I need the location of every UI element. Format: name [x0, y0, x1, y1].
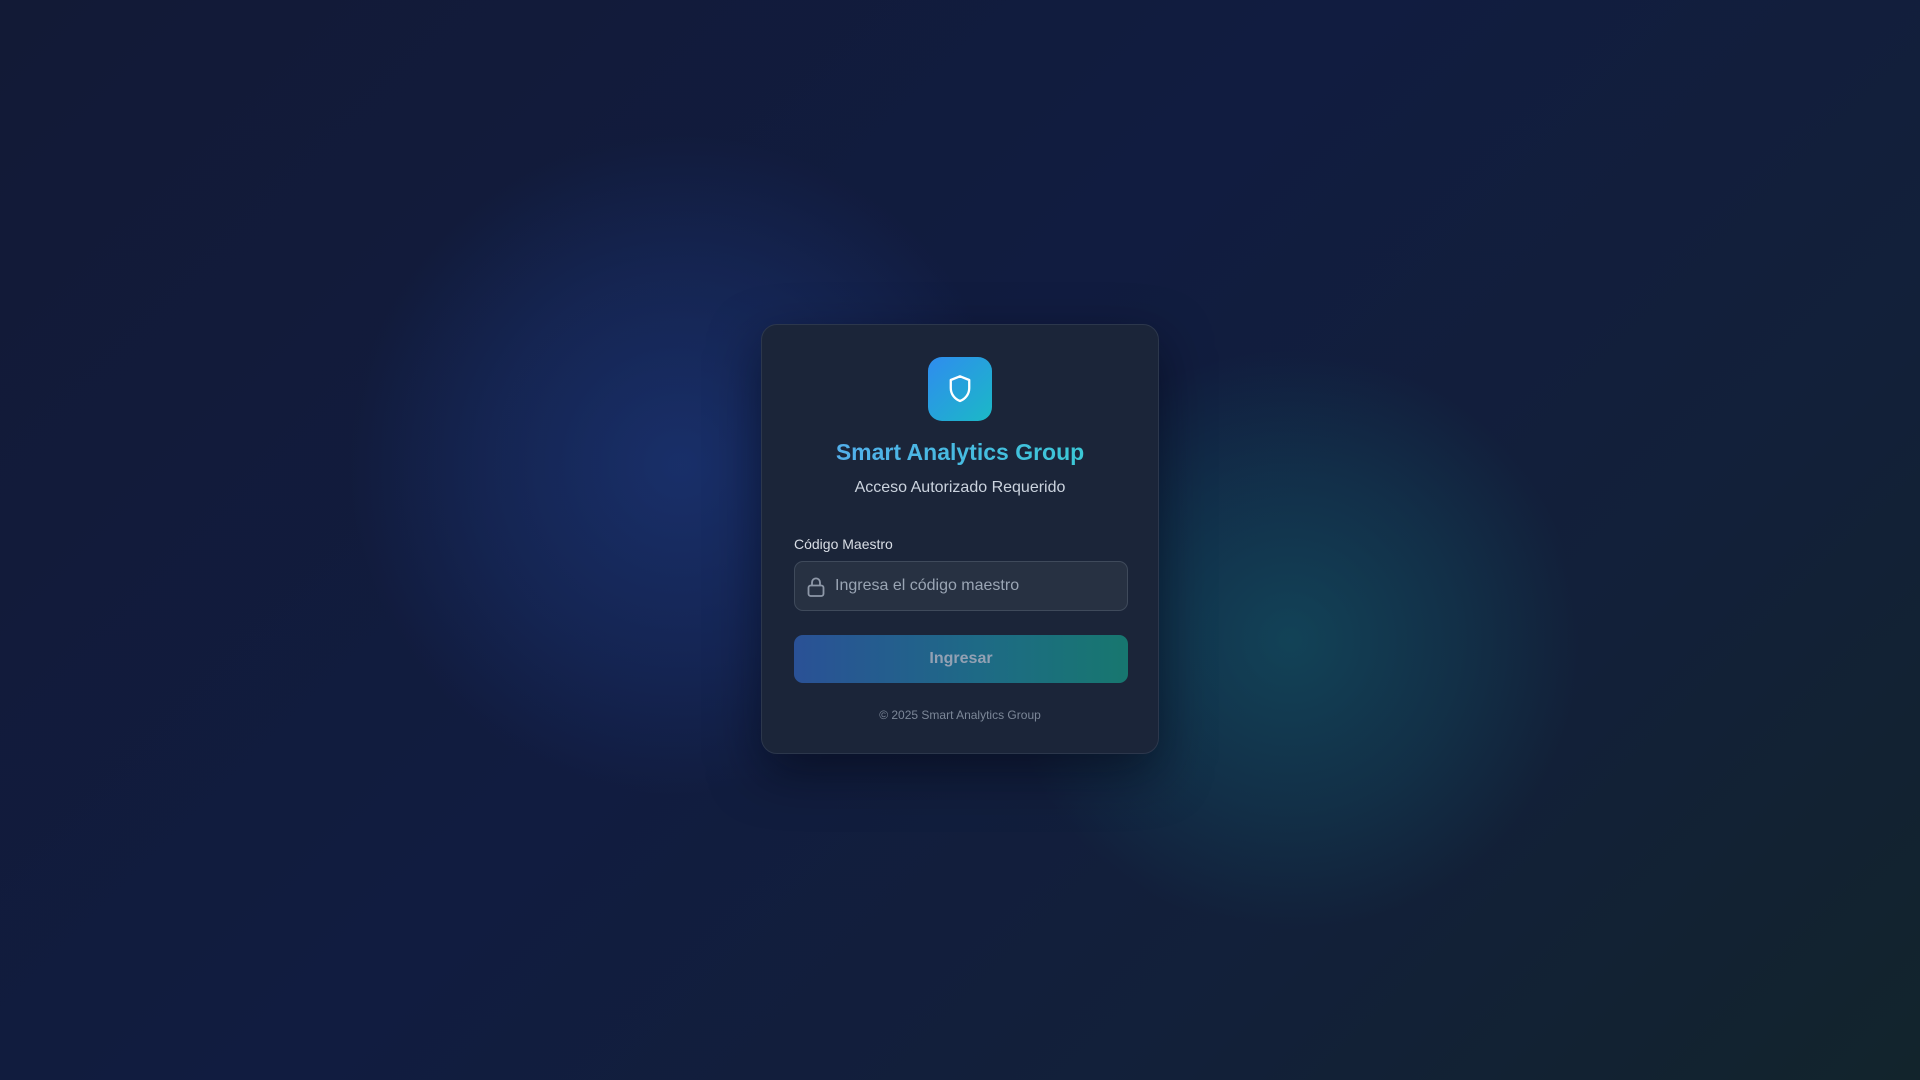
master-code-input[interactable] — [835, 562, 1115, 610]
submit-button[interactable]: Ingresar — [794, 635, 1128, 683]
lock-icon — [807, 577, 825, 597]
app-title: Smart Analytics Group — [762, 438, 1158, 466]
app-subtitle: Acceso Autorizado Requerido — [854, 479, 1066, 496]
logo-badge — [928, 357, 992, 421]
login-card: Smart Analytics Group Acceso Autorizado … — [761, 324, 1159, 754]
master-code-field[interactable] — [794, 561, 1128, 611]
copyright-footer: © 2025 Smart Analytics Group — [879, 708, 1041, 722]
shield-icon — [949, 375, 971, 403]
master-code-label: Código Maestro — [794, 536, 893, 552]
